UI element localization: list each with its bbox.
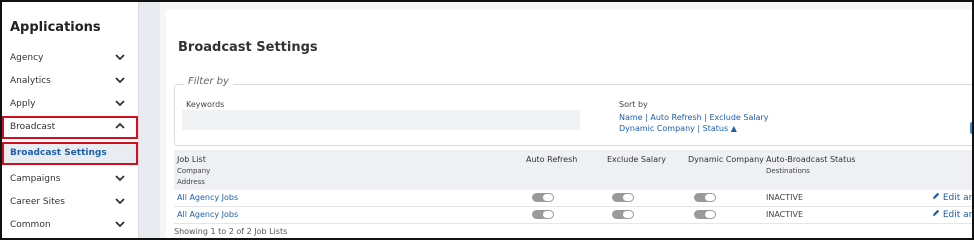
table-row: All Agency Jobs INACTIVE Edit an	[174, 207, 974, 224]
chevron-down-icon	[115, 77, 125, 84]
keywords-input[interactable]	[182, 110, 580, 130]
job-list-link[interactable]: All Agency Jobs	[177, 193, 238, 202]
sidebar-item-label: Broadcast Settings	[10, 148, 107, 158]
col-exclude-salary[interactable]: Exclude Salary	[607, 155, 666, 164]
search-button[interactable]	[970, 122, 972, 134]
sidebar-item-label: Analytics	[10, 76, 51, 86]
sidebar-item-apply[interactable]: Apply	[2, 93, 138, 116]
main-panel: Broadcast Settings Filter by Keywords So…	[160, 2, 972, 238]
chevron-down-icon	[115, 175, 125, 182]
sidebar-item-label: Common	[10, 220, 51, 230]
exclude-salary-toggle[interactable]	[612, 193, 634, 202]
status-text: INACTIVE	[766, 210, 804, 219]
sidebar-item-broadcast-settings[interactable]: Broadcast Settings	[2, 142, 138, 165]
app-window: Applications Agency Analytics Apply Broa…	[0, 0, 974, 240]
sidebar-item-agency[interactable]: Agency	[2, 47, 138, 70]
sidebar: Applications Agency Analytics Apply Broa…	[2, 2, 138, 238]
job-list-link[interactable]: All Agency Jobs	[177, 210, 238, 219]
table-row: All Agency Jobs INACTIVE Edit an	[174, 190, 974, 207]
sidebar-item-label: Career Sites	[10, 197, 65, 207]
col-address: Address	[177, 178, 205, 186]
table-header: Job List Company Address Auto Refresh Ex…	[174, 150, 972, 190]
chevron-down-icon	[115, 198, 125, 205]
dynamic-company-toggle[interactable]	[694, 210, 716, 219]
sidebar-item-analytics[interactable]: Analytics	[2, 70, 138, 93]
sidebar-item-label: Broadcast	[10, 122, 56, 132]
table-footer: Showing 1 to 2 of 2 Job Lists	[174, 227, 288, 236]
sort-links-line-2[interactable]: Dynamic Company | Status ▲	[619, 123, 769, 134]
toggle-knob	[705, 194, 715, 201]
sidebar-title: Applications	[10, 20, 101, 35]
dynamic-company-toggle[interactable]	[694, 193, 716, 202]
edit-link[interactable]: Edit an	[932, 192, 974, 203]
sidebar-item-broadcast[interactable]: Broadcast	[2, 116, 138, 139]
sort-links-line-1[interactable]: Name | Auto Refresh | Exclude Salary	[619, 112, 769, 123]
sidebar-item-label: Agency	[10, 53, 44, 63]
col-auto-refresh[interactable]: Auto Refresh	[526, 155, 577, 164]
edit-link-label: Edit an	[942, 193, 974, 203]
sidebar-item-career-sites[interactable]: Career Sites	[2, 191, 138, 214]
sidebar-item-common[interactable]: Common	[2, 214, 138, 237]
pencil-icon	[932, 209, 940, 217]
exclude-salary-toggle[interactable]	[612, 210, 634, 219]
col-destinations: Destinations	[766, 167, 810, 175]
toggle-knob	[543, 211, 553, 218]
chevron-down-icon	[115, 100, 125, 107]
chevron-up-icon	[115, 122, 125, 129]
content-card: Broadcast Settings Filter by Keywords So…	[166, 10, 974, 238]
col-dynamic-company[interactable]: Dynamic Company	[688, 155, 764, 164]
col-status[interactable]: Auto-Broadcast Status	[766, 155, 855, 164]
keywords-label: Keywords	[186, 100, 225, 109]
edit-link[interactable]: Edit an	[932, 209, 974, 220]
col-company: Company	[177, 167, 211, 175]
sidebar-item-label: Apply	[10, 99, 36, 109]
filter-legend: Filter by	[184, 76, 233, 87]
auto-refresh-toggle[interactable]	[532, 210, 554, 219]
sidebar-divider	[138, 2, 161, 238]
sort-label: Sort by	[619, 100, 648, 109]
chevron-down-icon	[115, 221, 125, 228]
auto-refresh-toggle[interactable]	[532, 193, 554, 202]
col-job-list[interactable]: Job List	[177, 155, 206, 164]
edit-link-label: Edit an	[942, 210, 974, 220]
toggle-knob	[543, 194, 553, 201]
sort-links[interactable]: Name | Auto Refresh | Exclude Salary Dyn…	[619, 112, 769, 134]
status-text: INACTIVE	[766, 193, 804, 202]
toggle-knob	[623, 211, 633, 218]
sidebar-item-campaigns[interactable]: Campaigns	[2, 168, 138, 191]
chevron-down-icon	[115, 54, 125, 61]
toggle-knob	[623, 194, 633, 201]
pencil-icon	[932, 192, 940, 200]
page-title: Broadcast Settings	[178, 40, 318, 55]
toggle-knob	[705, 211, 715, 218]
sidebar-item-label: Campaigns	[10, 174, 61, 184]
